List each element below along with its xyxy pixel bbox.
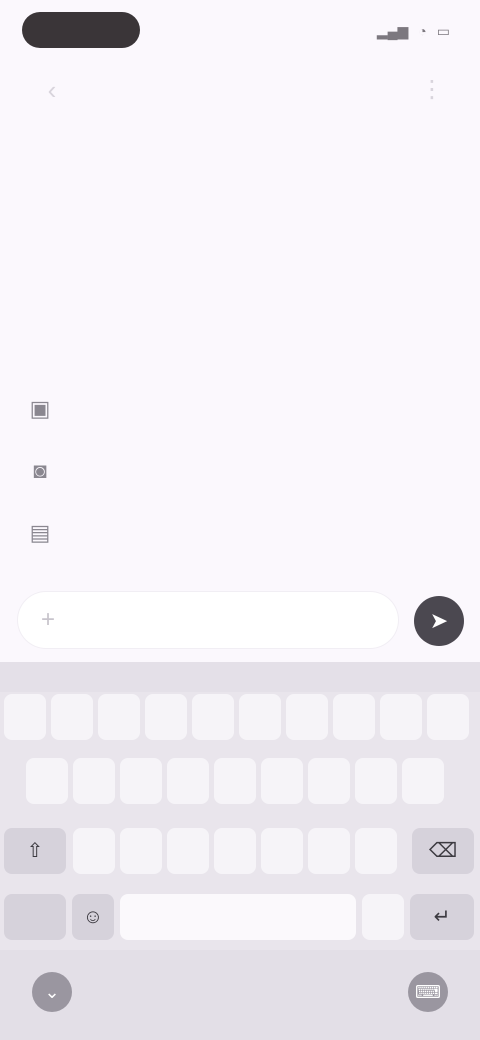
tab-title[interactable] <box>116 74 232 106</box>
key[interactable] <box>402 758 444 804</box>
backspace-key[interactable]: ⌫ <box>412 828 474 874</box>
key[interactable] <box>355 758 397 804</box>
composer: + <box>18 592 398 648</box>
camera-icon: ◙ <box>33 458 47 483</box>
key[interactable] <box>120 828 162 874</box>
attachment-actions: ▣ ◙ ▤ <box>0 378 480 564</box>
action-camera[interactable]: ◙ <box>0 440 480 502</box>
key[interactable] <box>120 758 162 804</box>
send-icon: ➤ <box>429 608 449 633</box>
message-input[interactable] <box>76 604 380 638</box>
symbols-key[interactable] <box>4 894 66 940</box>
key[interactable] <box>308 758 350 804</box>
key[interactable] <box>167 828 209 874</box>
emoji-icon: ☺ <box>82 906 104 928</box>
key[interactable] <box>73 758 115 804</box>
key[interactable] <box>355 828 397 874</box>
chevron-down-icon: ⌄ <box>44 982 60 1002</box>
key[interactable] <box>214 758 256 804</box>
period-key[interactable] <box>362 894 404 940</box>
keyboard-icon: ⌨ <box>415 982 441 1002</box>
top-bar: ‹ ⋮ <box>0 60 480 120</box>
key[interactable] <box>192 694 234 740</box>
status-bar: ▂▄▆ ◔ ▭ <box>0 0 480 64</box>
shift-icon: ⇧ <box>26 840 44 862</box>
back-button[interactable]: ‹ <box>36 74 68 106</box>
navigation-area: ⌄ ⌨ <box>0 950 480 1040</box>
space-key[interactable] <box>120 894 356 940</box>
key[interactable] <box>98 694 140 740</box>
key[interactable] <box>239 694 281 740</box>
enter-key[interactable]: ↵ <box>410 894 474 940</box>
key[interactable] <box>261 828 303 874</box>
keyboard-switch-button[interactable]: ⌨ <box>408 972 448 1012</box>
key[interactable] <box>333 694 375 740</box>
key[interactable] <box>261 758 303 804</box>
key[interactable] <box>308 828 350 874</box>
arrow-left-icon: ‹ <box>47 75 57 105</box>
more-button[interactable]: ⋮ <box>420 74 444 106</box>
key[interactable] <box>214 828 256 874</box>
key[interactable] <box>380 694 422 740</box>
shift-key[interactable]: ⇧ <box>4 828 66 874</box>
key[interactable] <box>286 694 328 740</box>
plus-icon[interactable]: + <box>34 606 62 634</box>
key[interactable] <box>427 694 469 740</box>
key[interactable] <box>73 828 115 874</box>
battery-icon: ▭ <box>436 22 450 39</box>
key[interactable] <box>4 694 46 740</box>
send-button[interactable]: ➤ <box>414 596 464 646</box>
file-icon: ▤ <box>29 520 51 545</box>
status-icons: ▂▄▆ ◔ ▭ <box>377 22 450 40</box>
more-vertical-icon: ⋮ <box>420 76 444 103</box>
emoji-key[interactable]: ☺ <box>72 894 114 940</box>
enter-icon: ↵ <box>433 906 451 928</box>
action-image[interactable]: ▣ <box>0 378 480 440</box>
image-icon: ▣ <box>29 396 51 421</box>
keyboard-hide-button[interactable]: ⌄ <box>32 972 72 1012</box>
key[interactable] <box>145 694 187 740</box>
status-time-pill <box>22 12 140 48</box>
key[interactable] <box>51 694 93 740</box>
key[interactable] <box>167 758 209 804</box>
backspace-icon: ⌫ <box>428 840 458 862</box>
signal-icon: ▂▄▆ <box>376 22 409 39</box>
action-file[interactable]: ▤ <box>0 502 480 564</box>
key[interactable] <box>26 758 68 804</box>
wifi-icon: ◔ <box>418 23 427 39</box>
suggestion-strip <box>0 662 480 692</box>
